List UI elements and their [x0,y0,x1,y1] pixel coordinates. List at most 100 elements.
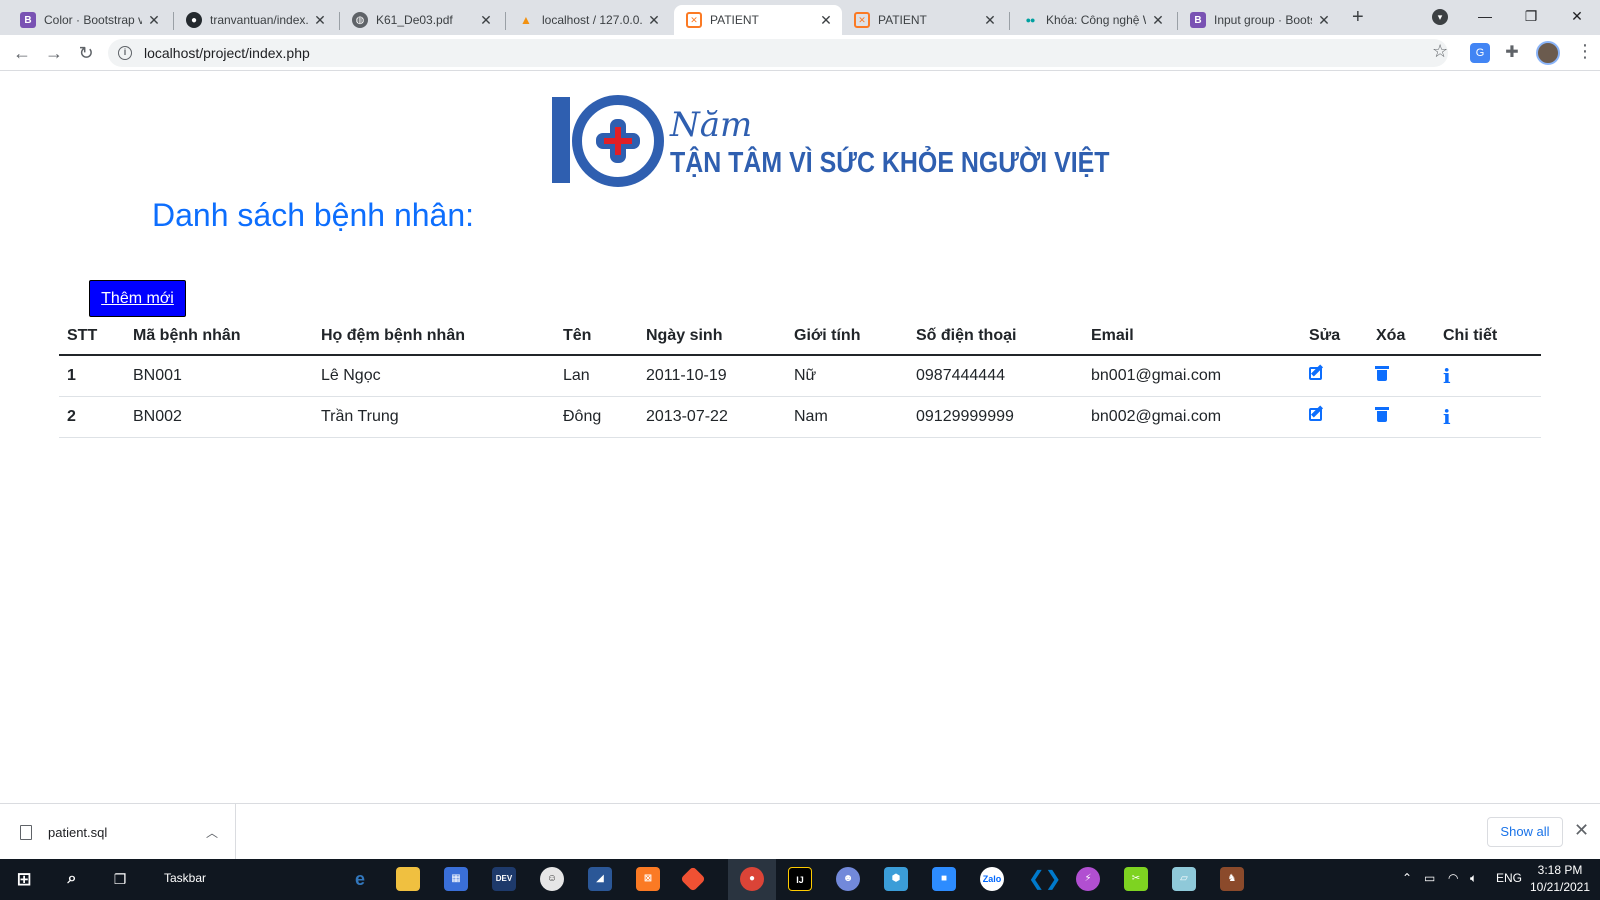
tab-patient[interactable]: ✕ PATIENT ✕ [842,5,1006,35]
file-explorer-icon[interactable] [396,867,420,891]
wifi-icon[interactable]: ◠ [1448,871,1458,885]
mysql-icon[interactable]: ◢ [588,867,612,891]
cell-code: BN002 [125,396,313,438]
patient-table: STT Mã bệnh nhân Họ đệm bệnh nhân Tên Ng… [59,317,1541,438]
header-stt: STT [59,317,125,356]
logo-slogan: TẬN TÂM VÌ SỨC KHỎE NGƯỜI VIỆT [670,147,1110,179]
file-icon [20,824,32,840]
address-bar[interactable]: i localhost/project/index.php [108,39,1448,67]
chrome-icon[interactable]: ● [740,867,764,891]
close-icon[interactable]: ✕ [1316,12,1332,29]
menu-dots-icon[interactable]: ⋮ [1576,41,1594,62]
bookmark-star-icon[interactable]: ☆ [1432,41,1448,62]
volume-icon[interactable]: 🔈︎ [1470,871,1477,886]
clock-time: 3:18 PM [1537,863,1583,877]
chevron-up-icon[interactable]: ︿ [206,824,218,841]
download-item[interactable]: patient.sql ︿ [20,804,236,860]
trash-icon[interactable] [1375,365,1389,381]
tab-input-group[interactable]: B Input group · Boots ✕ [1178,5,1340,35]
snipping-icon[interactable]: ✂ [1124,867,1148,891]
header-dob: Ngày sinh [638,317,786,356]
xampp-icon[interactable]: ⊠ [636,867,660,891]
cube-app-icon[interactable]: ⬢ [884,867,908,891]
close-icon[interactable]: ✕ [1574,820,1589,841]
browser-tab-strip: B Color · Bootstrap v5 ✕ ● tranvantuan/i… [0,0,1600,35]
add-new-button[interactable]: Thêm mới [89,280,186,317]
edge-icon[interactable]: e [348,867,372,891]
tab-course[interactable]: ●● Khóa: Công nghệ W ✕ [1010,5,1174,35]
cell-dob: 2013-07-22 [638,396,786,438]
cell-edit [1301,355,1368,397]
cell-phone: 0987444444 [908,355,1083,397]
xampp-icon: ✕ [854,12,870,28]
zalo-icon[interactable]: Zalo [980,867,1004,891]
task-view-icon[interactable]: ❐ [108,867,132,891]
tab-search-icon[interactable]: ▾ [1432,9,1448,25]
tab-title: PATIENT [710,13,759,27]
close-icon[interactable]: ✕ [478,12,494,29]
minimize-icon[interactable]: — [1462,4,1508,28]
url-text: localhost/project/index.php [144,45,310,61]
tab-bootstrap-color[interactable]: B Color · Bootstrap v5 ✕ [8,5,170,35]
close-icon[interactable]: ✕ [818,12,834,29]
system-clock[interactable]: 3:18 PM 10/21/2021 [1526,862,1594,896]
forward-arrow-icon[interactable]: → [42,41,66,65]
globe-icon: ◍ [352,12,368,28]
profile-avatar[interactable] [1536,41,1560,65]
restore-icon[interactable]: ❐ [1508,4,1554,28]
chevron-up-icon[interactable]: ⌃ [1402,871,1412,885]
close-icon[interactable]: ✕ [146,12,162,29]
close-icon[interactable]: ✕ [982,12,998,29]
cell-name: Lan [555,355,638,397]
show-all-button[interactable]: Show all [1487,817,1563,847]
reload-icon[interactable]: ↻ [74,41,98,65]
game-app-icon[interactable]: ♞ [1220,867,1244,891]
close-icon[interactable]: ✕ [646,12,662,29]
info-detail-icon[interactable]: i [1443,364,1451,388]
emoji-app-icon[interactable]: ☺ [540,867,564,891]
edit-icon[interactable] [1309,364,1325,381]
tab-pdf[interactable]: ◍ K61_De03.pdf ✕ [340,5,502,35]
tab-title: tranvantuan/index. [210,13,308,27]
cell-dob: 2011-10-19 [638,355,786,397]
new-tab-button[interactable]: + [1352,6,1364,29]
jetbrains-icon[interactable]: IJ [788,867,812,891]
windows-start-icon[interactable]: ⊞ [12,867,36,891]
hospital-logo: Năm TẬN TÂM VÌ SỨC KHỎE NGƯỜI VIỆT [548,95,1110,191]
tab-patient-active[interactable]: ✕ PATIENT ✕ [674,5,842,35]
cell-email: bn001@gmai.com [1083,355,1301,397]
tab-title: Input group · Boots [1214,13,1312,27]
trash-icon[interactable] [1375,406,1389,422]
devcpp-icon[interactable]: DEV [492,867,516,891]
info-detail-icon[interactable]: i [1443,405,1451,429]
cell-detail: i [1435,396,1541,438]
messenger-icon[interactable]: ⚡ [1076,867,1100,891]
edit-icon[interactable] [1309,405,1325,422]
page-title: Danh sách bệnh nhân: [152,197,475,233]
extensions-puzzle-icon[interactable]: ✚ [1502,43,1522,63]
close-icon[interactable]: ✕ [1150,12,1166,29]
moodle-dots-icon: ●● [1025,15,1036,25]
cell-email: bn002@gmai.com [1083,396,1301,438]
header-name: Tên [555,317,638,356]
cell-delete [1368,355,1435,397]
back-arrow-icon[interactable]: ← [10,41,34,65]
git-icon[interactable] [680,866,706,892]
vscode-icon[interactable]: ❮❯ [1028,867,1062,891]
page-content: Năm TẬN TÂM VÌ SỨC KHỎE NGƯỜI VIỆT Danh … [0,71,1600,803]
tab-phpmyadmin[interactable]: ▲ localhost / 127.0.0.1 ✕ [506,5,670,35]
store-icon[interactable]: ▦ [444,867,468,891]
zoom-icon[interactable]: ■ [932,867,956,891]
window-close-icon[interactable]: ✕ [1554,4,1600,28]
search-icon[interactable]: ⌕ [60,867,84,891]
messenger-app-icon[interactable]: ☻ [836,867,860,891]
battery-icon[interactable]: ▭ [1424,871,1435,885]
translate-icon[interactable]: G [1470,43,1490,63]
cell-middle-name: Lê Ngọc [313,355,555,397]
notes-app-icon[interactable]: ▱ [1172,867,1196,891]
info-icon[interactable]: i [118,46,132,60]
logo-script-text: Năm [670,105,753,145]
tab-github[interactable]: ● tranvantuan/index. ✕ [174,5,336,35]
language-indicator[interactable]: ENG [1496,871,1522,885]
close-icon[interactable]: ✕ [312,12,328,29]
